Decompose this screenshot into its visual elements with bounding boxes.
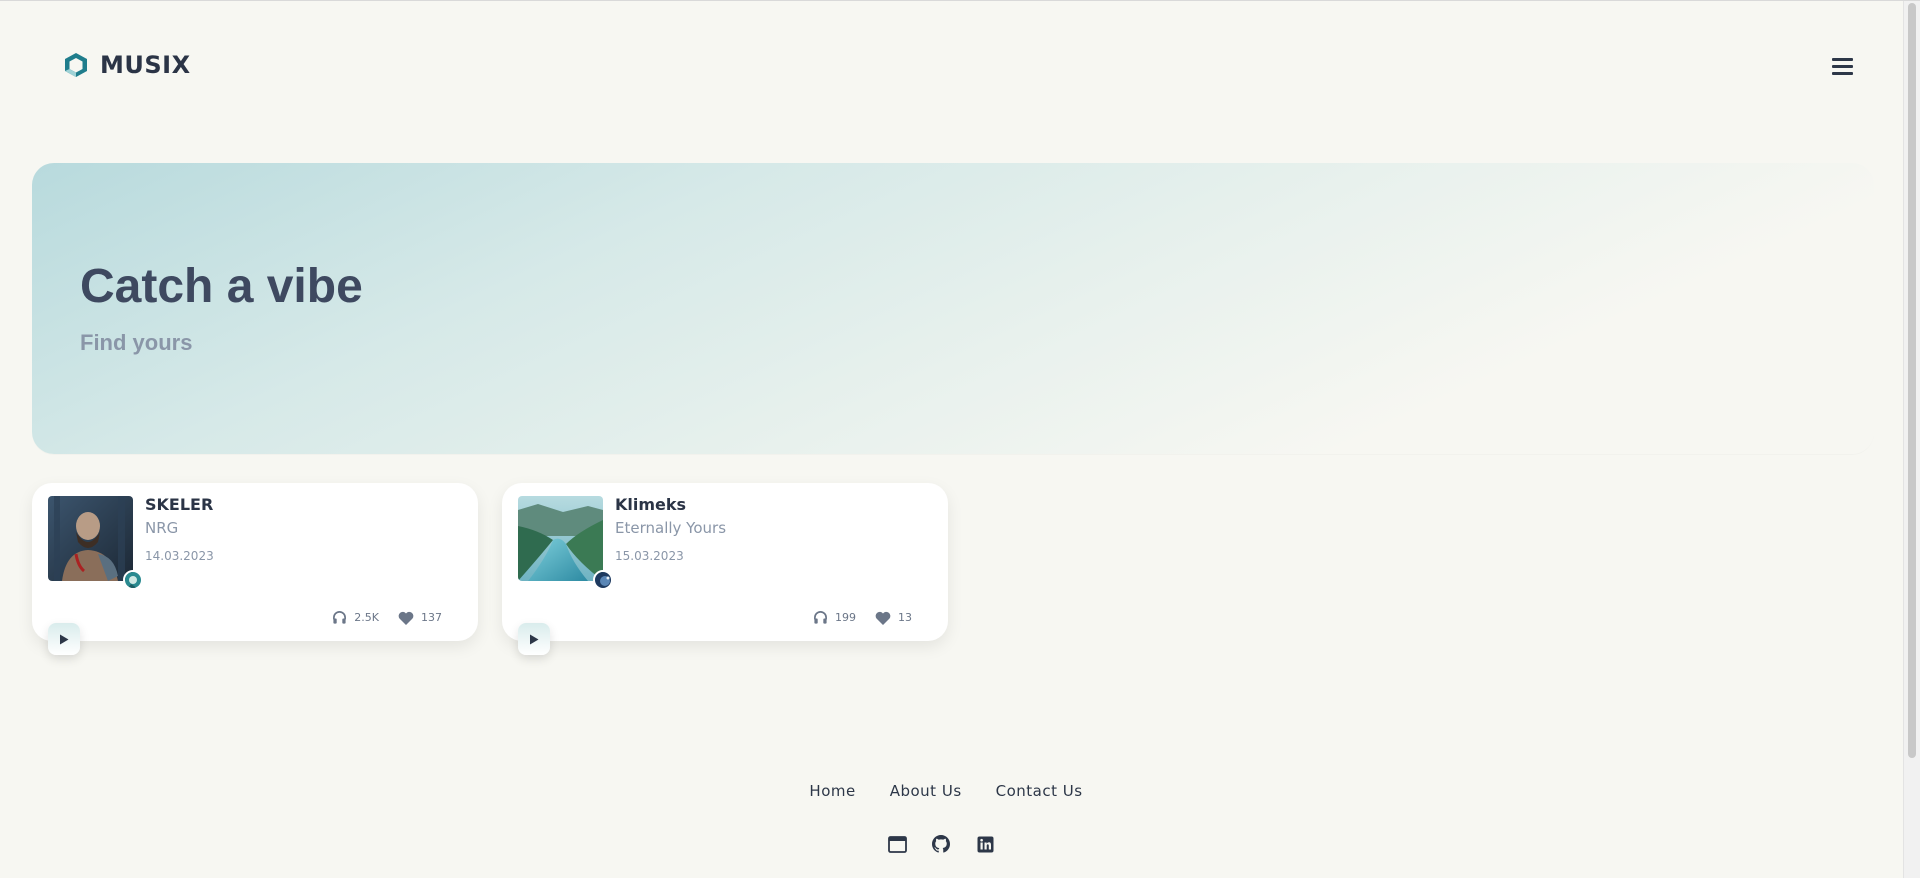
track-title[interactable]: SKELER xyxy=(145,495,213,514)
play-button[interactable] xyxy=(518,623,550,655)
track-card[interactable]: Klimeks Eternally Yours 15.03.2023 199 1… xyxy=(502,483,948,655)
scrollbar-thumb[interactable] xyxy=(1908,3,1916,758)
track-date: 15.03.2023 xyxy=(615,549,684,563)
like-count: 137 xyxy=(421,611,442,624)
headphones-icon xyxy=(333,611,347,624)
footer-nav: Home About Us Contact Us xyxy=(0,782,1920,800)
site-header: MUSIX xyxy=(62,51,191,79)
track-title[interactable]: Klimeks xyxy=(615,495,686,514)
track-cover-image[interactable] xyxy=(48,496,133,581)
play-icon xyxy=(530,634,539,644)
page-scrollbar[interactable] xyxy=(1903,1,1920,878)
track-artist[interactable]: Eternally Yours xyxy=(615,519,726,537)
play-button[interactable] xyxy=(48,623,80,655)
footer-link-home[interactable]: Home xyxy=(809,782,855,800)
artist-avatar[interactable] xyxy=(593,570,613,590)
footer-link-about[interactable]: About Us xyxy=(890,782,962,800)
track-date: 14.03.2023 xyxy=(145,549,214,563)
track-artist[interactable]: NRG xyxy=(145,519,178,537)
brand-name[interactable]: MUSIX xyxy=(100,51,191,79)
footer-social-icons xyxy=(0,834,1920,854)
track-cover-image[interactable] xyxy=(518,496,603,581)
hero-banner: Catch a vibe Find yours xyxy=(32,163,1874,454)
play-count: 199 xyxy=(835,611,856,624)
hero-title: Catch a vibe xyxy=(80,260,363,313)
play-icon xyxy=(60,634,69,644)
footer-link-contact[interactable]: Contact Us xyxy=(996,782,1083,800)
linkedin-icon[interactable] xyxy=(975,834,995,854)
musix-logo-icon[interactable] xyxy=(62,51,90,79)
track-stats: 2.5K 137 xyxy=(332,610,442,625)
browser-window-icon[interactable] xyxy=(887,834,907,854)
track-card[interactable]: SKELER NRG 14.03.2023 2.5K 137 xyxy=(32,483,478,655)
heart-icon[interactable] xyxy=(875,611,891,625)
play-count: 2.5K xyxy=(354,611,379,624)
like-count: 13 xyxy=(898,611,912,624)
heart-icon[interactable] xyxy=(398,611,414,625)
menu-hamburger-icon[interactable] xyxy=(1832,58,1853,75)
github-icon[interactable] xyxy=(931,834,951,854)
hero-subtitle: Find yours xyxy=(80,330,193,355)
artist-avatar[interactable] xyxy=(123,570,143,590)
track-stats: 199 13 xyxy=(813,610,912,625)
headphones-icon xyxy=(814,611,827,624)
